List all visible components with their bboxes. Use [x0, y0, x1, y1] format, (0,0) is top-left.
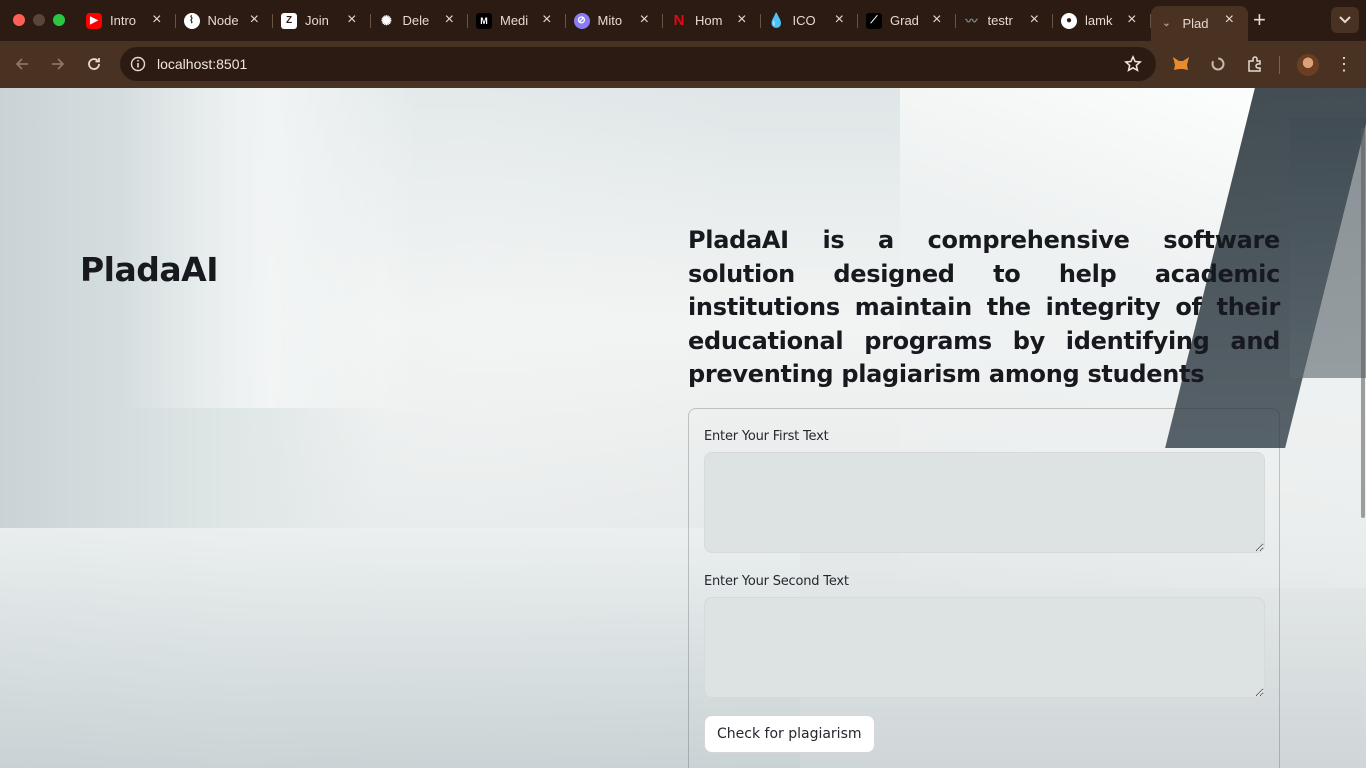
toolbar-divider — [1279, 56, 1280, 74]
tab-2[interactable]: Z Join × — [273, 6, 371, 35]
openai-icon: ✺ — [381, 12, 392, 28]
extensions-puzzle-icon[interactable] — [1245, 54, 1265, 74]
first-text-label: Enter Your First Text — [704, 429, 829, 444]
tab-search-button[interactable] — [1331, 7, 1359, 33]
tab-title: Join — [305, 13, 329, 28]
address-bar[interactable]: localhost:8501 — [120, 47, 1156, 81]
tab-title: Dele — [402, 13, 430, 28]
tab-6[interactable]: N Hom × — [663, 6, 761, 35]
tab-10[interactable]: ● lamk × — [1053, 6, 1151, 35]
node-icon: ⌇ — [183, 12, 200, 29]
tab-4[interactable]: M Medi × — [468, 6, 566, 35]
tab-0[interactable]: ▶ Intro × — [78, 6, 176, 35]
app-page: PladaAI PladaAI is a comprehensive softw… — [0, 88, 1366, 768]
tab-title: Hom — [695, 13, 723, 28]
browser-toolbar: localhost:8501 ⋮ — [0, 41, 1366, 88]
url-text[interactable]: localhost:8501 — [157, 56, 247, 72]
youtube-icon: ▶ — [86, 12, 102, 29]
profile-avatar[interactable] — [1297, 54, 1319, 76]
streamlit-icon: ⌄ — [1162, 18, 1171, 29]
check-plagiarism-button[interactable]: Check for plagiarism — [704, 715, 875, 753]
close-tab-icon[interactable]: × — [250, 11, 259, 29]
site-info-icon[interactable] — [130, 56, 146, 72]
close-tab-icon[interactable]: × — [445, 11, 454, 29]
tab-title: Grad — [890, 13, 919, 28]
drop-icon: 💧 — [767, 12, 786, 28]
sync-extension-icon[interactable] — [1208, 54, 1228, 74]
plagiarism-form: Enter Your First Text Enter Your Second … — [688, 408, 1280, 768]
page-scrollbar[interactable] — [1360, 88, 1366, 768]
close-tab-icon[interactable]: × — [835, 11, 844, 29]
close-tab-icon[interactable]: × — [640, 11, 649, 29]
tab-title: Intro — [110, 13, 137, 28]
tab-5[interactable]: ⊘ Mito × — [566, 6, 663, 35]
close-tab-icon[interactable]: × — [1030, 11, 1039, 29]
app-description: PladaAI is a comprehensive software solu… — [688, 226, 1280, 388]
medium-icon: M — [476, 12, 492, 29]
tab-strip: ▶ Intro × ⌇ Node × Z Join × ✺ Dele × M M… — [0, 0, 1366, 41]
bookmark-star-icon[interactable] — [1124, 55, 1142, 73]
close-tab-icon[interactable]: × — [737, 11, 746, 29]
github-icon: ● — [1061, 12, 1077, 29]
new-tab-button[interactable]: + — [1253, 8, 1266, 32]
close-tab-icon[interactable]: × — [542, 11, 551, 29]
tab-8[interactable]: ⟋ Grad × — [858, 6, 956, 35]
reload-icon — [88, 58, 100, 70]
back-button[interactable] — [10, 52, 34, 76]
gradient-icon: ⟋ — [866, 12, 882, 29]
zoom-icon: Z — [281, 12, 297, 29]
second-text-label: Enter Your Second Text — [704, 574, 849, 589]
mito-icon: ⊘ — [573, 12, 590, 29]
tab-title: testr — [987, 13, 1013, 28]
first-text-input[interactable] — [704, 452, 1265, 553]
close-tab-icon[interactable]: × — [347, 11, 356, 29]
close-tab-icon[interactable]: × — [1225, 11, 1234, 29]
tab-11-active[interactable]: ⌄ Plad × — [1150, 6, 1248, 41]
close-window-button[interactable] — [13, 14, 25, 26]
tab-title: Medi — [500, 13, 529, 28]
tab-title: lamk — [1085, 13, 1113, 28]
tab-title: Mito — [597, 13, 623, 28]
close-tab-icon[interactable]: × — [932, 11, 941, 29]
tab-3[interactable]: ✺ Dele × — [371, 6, 468, 35]
forward-button[interactable] — [46, 52, 70, 76]
tab-1[interactable]: ⌇ Node × — [176, 6, 273, 35]
close-tab-icon[interactable]: × — [1127, 11, 1136, 29]
close-tab-icon[interactable]: × — [152, 11, 161, 29]
tabs: ▶ Intro × ⌇ Node × Z Join × ✺ Dele × M M… — [78, 6, 1248, 41]
scrollbar-thumb[interactable] — [1361, 128, 1365, 518]
minimize-window-button[interactable] — [33, 14, 45, 26]
maximize-window-button[interactable] — [53, 14, 65, 26]
reload-button[interactable] — [82, 52, 106, 76]
tab-title: Plad — [1182, 16, 1209, 31]
metamask-extension-icon[interactable] — [1171, 54, 1191, 74]
back-arrow-icon — [15, 58, 28, 70]
netflix-icon: N — [673, 12, 685, 29]
wave-icon: 〰 — [965, 14, 978, 28]
tab-9[interactable]: 〰 testr × — [956, 6, 1053, 35]
browser-menu-icon[interactable]: ⋮ — [1334, 54, 1354, 74]
tab-7[interactable]: 💧 ICO × — [761, 6, 858, 35]
second-text-input[interactable] — [704, 597, 1265, 698]
chevron-down-icon — [1339, 16, 1351, 24]
tab-title: ICO — [792, 13, 816, 28]
tab-title: Node — [207, 13, 239, 28]
app-logo-text: PladaAI — [80, 250, 218, 289]
forward-arrow-icon — [52, 58, 65, 70]
